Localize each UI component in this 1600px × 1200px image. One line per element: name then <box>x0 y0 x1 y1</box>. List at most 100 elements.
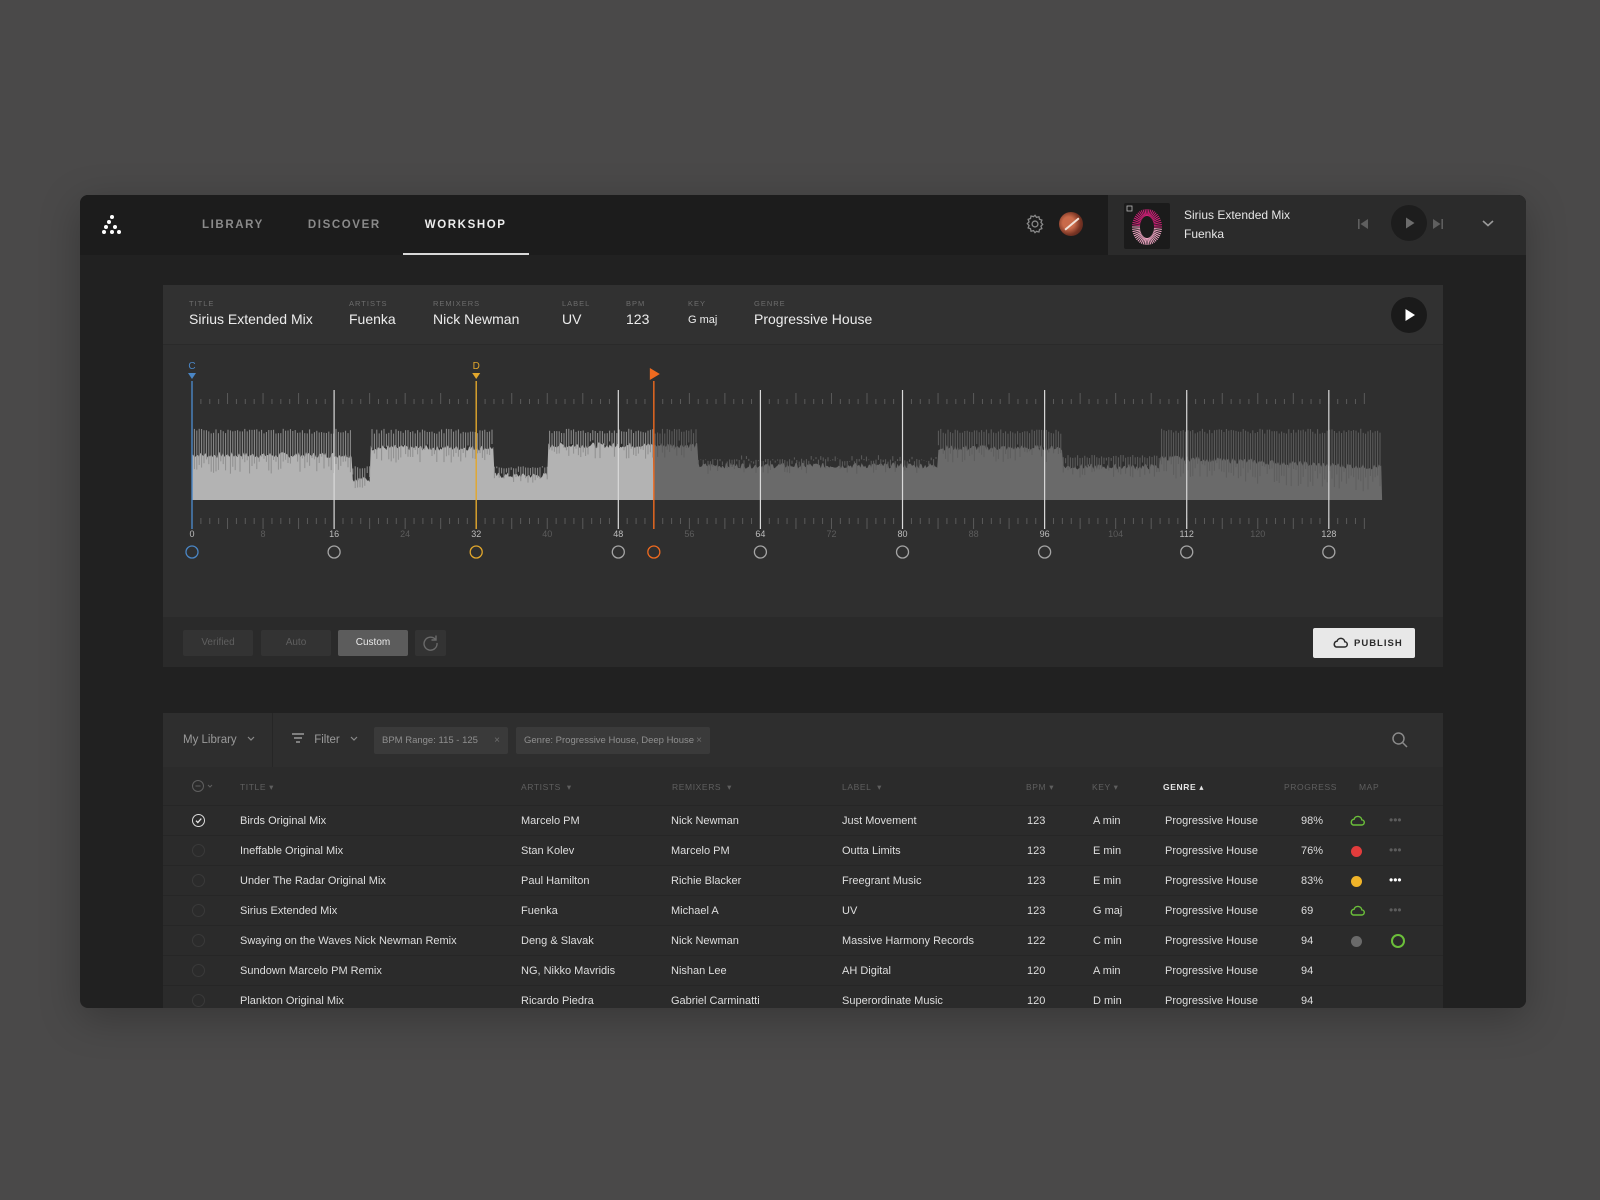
cell-bpm: 123 <box>1027 905 1046 917</box>
cell-label: Superordinate Music <box>842 995 943 1007</box>
column-header-bpm[interactable]: BPM ▾ <box>1026 782 1054 793</box>
mode-custom-button[interactable]: Custom <box>338 630 408 656</box>
nav-tab-discover[interactable]: DISCOVER <box>286 195 403 255</box>
row-select-checkbox[interactable] <box>192 814 205 827</box>
nav-tab-library[interactable]: LIBRARY <box>180 195 286 255</box>
cue-point-handle[interactable] <box>469 545 483 559</box>
row-select-checkbox[interactable] <box>192 844 205 857</box>
app-window: LIBRARY DISCOVER WORKSHOP Sirius Extende… <box>80 195 1526 1008</box>
row-select-checkbox[interactable] <box>192 904 205 917</box>
cell-bpm: 123 <box>1027 845 1046 857</box>
grid-marker-handle[interactable] <box>1037 545 1052 559</box>
grid-marker-handle[interactable] <box>327 545 341 559</box>
cell-label: Just Movement <box>842 815 917 827</box>
column-header-artists[interactable]: ARTISTS ▾ <box>521 782 572 793</box>
mode-auto-button[interactable]: Auto <box>261 630 331 656</box>
grid-marker-handle[interactable] <box>753 545 768 559</box>
waveform-canvas[interactable]: 0 8 16 24 32 40 48 56 64 72 80 88 96 104 112 120 128 C D <box>163 345 1443 617</box>
cell-title: Under The Radar Original Mix <box>240 875 386 887</box>
grid-marker-handle[interactable] <box>895 545 910 559</box>
filter-label: Filter <box>314 734 340 746</box>
next-track-icon[interactable] <box>1430 216 1446 232</box>
cell-progress: 94 <box>1301 965 1314 977</box>
table-row[interactable]: Sirius Extended Mix Fuenka Michael A UV 123 G… <box>163 895 1443 925</box>
play-icon <box>1405 309 1415 321</box>
table-row[interactable]: Sundown Marcelo PM Remix NG, Nikko Mavrid… <box>163 955 1443 985</box>
meta-bpm-value[interactable]: 123 <box>626 311 649 327</box>
refresh-button[interactable] <box>415 630 446 656</box>
now-playing-play-button[interactable] <box>1391 205 1427 241</box>
mode-verified-button[interactable]: Verified <box>183 630 253 656</box>
row-more-options-icon[interactable]: ••• <box>1389 843 1402 857</box>
row-more-options-icon[interactable]: ••• <box>1389 903 1402 917</box>
bar-number-label: 16 <box>329 529 339 539</box>
meta-remixers-value[interactable]: Nick Newman <box>433 311 519 327</box>
map-cloud-icon <box>1350 815 1365 826</box>
chip-close-icon[interactable]: × <box>696 727 702 754</box>
right-gutter <box>1443 255 1526 1008</box>
cue-point-letter: D <box>473 361 480 372</box>
meta-label-value[interactable]: UV <box>562 311 590 327</box>
cell-key: E min <box>1093 875 1122 887</box>
cell-key: D min <box>1093 995 1122 1007</box>
meta-key-value[interactable]: G maj <box>688 314 717 326</box>
album-art[interactable] <box>1124 203 1170 249</box>
nav-tab-workshop[interactable]: WORKSHOP <box>402 195 529 255</box>
table-row[interactable]: Plankton Original Mix Ricardo Piedra Gabri… <box>163 985 1443 1008</box>
library-source-select[interactable]: My Library <box>163 713 273 767</box>
table-row[interactable]: Birds Original Mix Marcelo PM Nick Newman J… <box>163 805 1443 835</box>
grid-marker-handle[interactable] <box>1322 545 1336 559</box>
user-avatar[interactable] <box>1059 212 1083 236</box>
cell-title: Ineffable Original Mix <box>240 845 344 857</box>
row-select-checkbox[interactable] <box>192 874 205 887</box>
chip-close-icon[interactable]: × <box>494 727 500 754</box>
waveform-area[interactable]: 0 8 16 24 32 40 48 56 64 72 80 88 96 104 112 120 128 C D <box>163 345 1443 656</box>
search-icon[interactable] <box>1391 731 1409 749</box>
bar-number-label: 56 <box>684 529 694 539</box>
meta-genre-value[interactable]: Progressive House <box>754 311 872 327</box>
cue-point-marker-icon <box>472 373 481 379</box>
chevron-down-icon <box>247 736 255 741</box>
select-all-toggle[interactable] <box>191 779 217 795</box>
previous-track-icon[interactable] <box>1355 216 1371 232</box>
row-more-options-icon[interactable]: ••• <box>1389 873 1402 887</box>
meta-bpm: BPM 123 <box>626 299 649 327</box>
track-play-button[interactable] <box>1391 297 1427 333</box>
editor-footer: Verified Auto Custom PUBLISH <box>163 617 1443 667</box>
table-row[interactable]: Ineffable Original Mix Stan Kolev Marcelo … <box>163 835 1443 865</box>
meta-artists-value[interactable]: Fuenka <box>349 311 396 327</box>
playhead-marker-icon <box>649 368 660 380</box>
publish-label: PUBLISH <box>1354 638 1403 649</box>
grid-marker-handle[interactable] <box>1180 545 1194 559</box>
grid-marker-handle[interactable] <box>611 545 625 559</box>
library-source-label: My Library <box>183 734 237 746</box>
column-header-title[interactable]: TITLE ▾ <box>240 782 274 793</box>
column-header-genre[interactable]: GENRE ▴ <box>1163 782 1204 793</box>
column-header-remixers[interactable]: REMIXERS ▾ <box>672 782 732 793</box>
cell-bpm: 123 <box>1027 815 1046 827</box>
settings-gear-icon[interactable] <box>1024 213 1046 235</box>
row-select-checkbox[interactable] <box>192 934 205 947</box>
cell-title: Swaying on the Waves Nick Newman Remix <box>240 935 457 947</box>
meta-title-value[interactable]: Sirius Extended Mix <box>189 311 313 327</box>
bar-number-label: 8 <box>261 529 266 539</box>
chevron-down-icon[interactable] <box>1480 215 1496 231</box>
publish-button[interactable]: PUBLISH <box>1313 628 1415 658</box>
column-header-map[interactable]: MAP <box>1359 782 1379 792</box>
row-more-options-icon[interactable]: ••• <box>1389 813 1402 827</box>
logo-icon[interactable] <box>102 215 124 235</box>
filter-chip-bpm[interactable]: BPM Range: 115 - 125 × <box>374 727 508 754</box>
row-select-checkbox[interactable] <box>192 994 205 1007</box>
table-row[interactable]: Swaying on the Waves Nick Newman Remix De… <box>163 925 1443 955</box>
meta-title-label: TITLE <box>189 299 215 308</box>
cue-point-handle[interactable] <box>185 545 199 559</box>
cell-genre: Progressive House <box>1165 995 1258 1007</box>
column-header-progress[interactable]: PROGRESS <box>1284 782 1337 792</box>
filter-dropdown[interactable]: Filter <box>291 713 359 767</box>
filter-chip-genre[interactable]: Genre: Progressive House, Deep House × <box>516 727 710 754</box>
column-header-label[interactable]: LABEL ▾ <box>842 782 882 793</box>
row-select-checkbox[interactable] <box>192 964 205 977</box>
table-row[interactable]: Under The Radar Original Mix Paul Hamilto… <box>163 865 1443 895</box>
playhead-handle[interactable] <box>647 545 661 559</box>
column-header-key[interactable]: KEY ▾ <box>1092 782 1119 793</box>
